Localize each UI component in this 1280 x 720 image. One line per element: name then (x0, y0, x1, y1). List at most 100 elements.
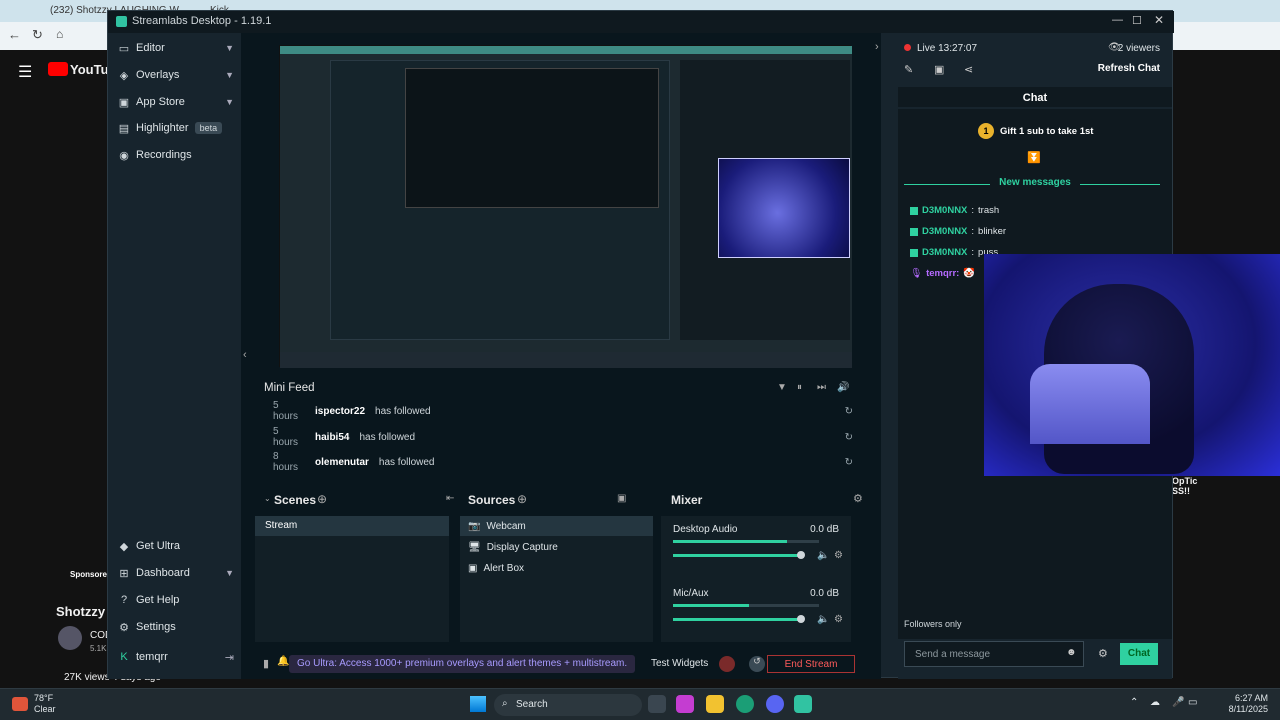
webcam-jersey (1030, 364, 1150, 444)
chevron-down-icon[interactable]: ▼ (225, 43, 234, 53)
mic-icon[interactable]: 🎤 (1172, 697, 1184, 708)
collapse-icon[interactable]: ⌄ (264, 494, 271, 503)
logout-icon[interactable]: ⇥ (225, 651, 234, 664)
source-item-alert-box[interactable]: ▣ Alert Box (460, 558, 653, 578)
sidebar-item-recordings[interactable]: ◉ Recordings (118, 145, 234, 165)
video-channel-title[interactable]: Shotzzy (56, 604, 105, 619)
mixer-settings-icon[interactable]: ⚙ (853, 492, 863, 505)
kick-icon: K (120, 651, 128, 663)
camera-icon: 📷 (468, 520, 481, 532)
sidebar: ▭ Editor ▼ ◈ Overlays ▼ ▣ App Store ▼ ▤ … (108, 33, 241, 679)
popout-icon[interactable]: ▣ (934, 63, 944, 76)
pause-icon[interactable]: ⏸ (797, 382, 802, 393)
view-count: 27K views (64, 672, 110, 683)
preview-nested-canvas (405, 68, 659, 208)
mic-aux-slider-knob[interactable] (797, 615, 805, 623)
back-icon[interactable]: ← (8, 27, 21, 42)
gift-sub-banner[interactable]: 1 Gift 1 sub to take 1st (978, 123, 1093, 139)
feed-user: olemenutar (315, 456, 369, 468)
edge-icon[interactable] (736, 695, 754, 713)
sidebar-item-overlays[interactable]: ◈ Overlays ▼ (118, 65, 234, 85)
minimize-icon[interactable]: — (1112, 14, 1123, 26)
tray-chevron-icon[interactable]: ⌃ (1130, 697, 1138, 708)
menu-icon[interactable]: ☰ (18, 62, 32, 82)
refresh-chat-button[interactable]: Refresh Chat (1098, 63, 1160, 74)
clock[interactable]: 6:27 AM 8/11/2025 (1208, 693, 1268, 715)
sidebar-item-app-store[interactable]: ▣ App Store ▼ (118, 92, 234, 112)
chevron-left-icon[interactable]: ‹ (243, 349, 247, 361)
repeat-alert-icon[interactable]: ↻ (845, 457, 853, 468)
mic-aux-volume-slider[interactable] (673, 618, 801, 621)
copilot-icon[interactable] (676, 695, 694, 713)
audio-settings-icon[interactable]: ⚙ (834, 614, 843, 625)
scroll-down-icon[interactable]: ⏬ (1027, 151, 1041, 164)
edit-icon[interactable]: ✎ (904, 63, 913, 76)
desktop-audio-slider-knob[interactable] (797, 551, 805, 559)
chevron-down-icon[interactable]: ▼ (225, 97, 234, 107)
webcam-source-selected[interactable] (718, 158, 850, 258)
desktop-audio-volume-slider[interactable] (673, 554, 801, 557)
chat-username[interactable]: D3M0NNX (922, 226, 967, 237)
add-scene-icon[interactable]: ⊕ (317, 492, 327, 506)
sidebar-item-dashboard[interactable]: ⊞ Dashboard ▼ (118, 563, 234, 583)
scene-transitions-icon[interactable]: ⇤ (446, 493, 454, 504)
monitor-icon: 🖥 (468, 541, 481, 553)
replay-buffer-icon[interactable]: ↺ (749, 656, 765, 672)
chat-settings-icon[interactable]: ⚙ (1098, 647, 1108, 660)
discord-icon[interactable] (766, 695, 784, 713)
record-button[interactable] (719, 656, 735, 672)
chat-input[interactable]: Send a message (904, 641, 1084, 667)
maximize-icon[interactable]: ☐ (1132, 14, 1142, 27)
chat-username[interactable]: D3M0NNX (922, 205, 967, 216)
sources-title: Sources (468, 493, 516, 507)
channel-avatar[interactable] (58, 626, 82, 650)
scene-item-stream[interactable]: Stream (255, 516, 449, 536)
weather-icon[interactable] (12, 697, 28, 711)
taskbar-search[interactable]: Search (494, 694, 642, 716)
source-folder-icon[interactable]: ▣ (617, 493, 626, 504)
performance-icon[interactable]: ▮ (263, 657, 269, 670)
chat-send-button[interactable]: Chat (1120, 643, 1158, 665)
sidebar-item-label: Highlighter (136, 122, 189, 134)
source-item-display-capture[interactable]: 🖥 Display Capture (460, 537, 653, 557)
share-icon[interactable]: ⋖ (964, 63, 973, 76)
sidebar-item-get-help[interactable]: ? Get Help (118, 590, 234, 610)
home-icon[interactable]: ⌂ (56, 27, 63, 41)
filter-icon[interactable]: ▼ (777, 382, 787, 393)
audio-settings-icon[interactable]: ⚙ (834, 550, 843, 561)
stream-preview[interactable] (279, 45, 852, 368)
test-widgets-button[interactable]: Test Widgets (651, 658, 708, 669)
cloud-icon[interactable]: ☁ (1150, 697, 1160, 708)
reload-icon[interactable]: ↻ (32, 27, 43, 43)
chevron-down-icon[interactable]: ▼ (225, 70, 234, 80)
repeat-alert-icon[interactable]: ↻ (845, 432, 853, 443)
weather-widget[interactable]: 78°F Clear (34, 693, 56, 715)
mute-icon[interactable]: 🔈 (817, 614, 829, 625)
mute-icon[interactable]: 🔈 (817, 550, 829, 561)
source-item-webcam[interactable]: 📷 Webcam (460, 516, 653, 536)
skip-icon[interactable]: ⏭ (817, 382, 826, 393)
chat-username[interactable]: D3M0NNX (922, 247, 967, 258)
volume-icon[interactable]: 🔊 (837, 382, 849, 393)
emoji-icon[interactable]: ☻ (1066, 647, 1077, 658)
chevron-down-icon[interactable]: ▼ (225, 568, 234, 578)
notification-icon[interactable]: 🔔 (277, 656, 289, 667)
repeat-alert-icon[interactable]: ↻ (845, 406, 853, 417)
add-source-icon[interactable]: ⊕ (517, 492, 527, 506)
sidebar-item-get-ultra[interactable]: ◆ Get Ultra (118, 536, 234, 556)
network-icon[interactable]: ▭ (1188, 697, 1197, 708)
chevron-right-icon[interactable]: › (875, 41, 879, 53)
end-stream-button[interactable]: End Stream (767, 655, 855, 673)
sidebar-item-editor[interactable]: ▭ Editor ▼ (118, 38, 234, 58)
sidebar-item-highlighter[interactable]: ▤ Highlighter beta (118, 118, 234, 138)
go-ultra-banner[interactable]: Go Ultra: Access 1000+ premium overlays … (289, 655, 636, 673)
close-icon[interactable]: ✕ (1154, 13, 1164, 27)
file-explorer-icon[interactable] (706, 695, 724, 713)
chat-username[interactable]: temqrr: (926, 268, 959, 279)
sidebar-item-account[interactable]: K temqrr ⇥ (118, 647, 234, 667)
start-icon[interactable] (470, 696, 486, 712)
task-view-icon[interactable] (648, 695, 666, 713)
sidebar-item-settings[interactable]: ⚙ Settings (118, 617, 234, 637)
side-video-snippet[interactable]: OpTic SS!! (1172, 476, 1197, 496)
streamlabs-taskbar-icon[interactable] (794, 695, 812, 713)
